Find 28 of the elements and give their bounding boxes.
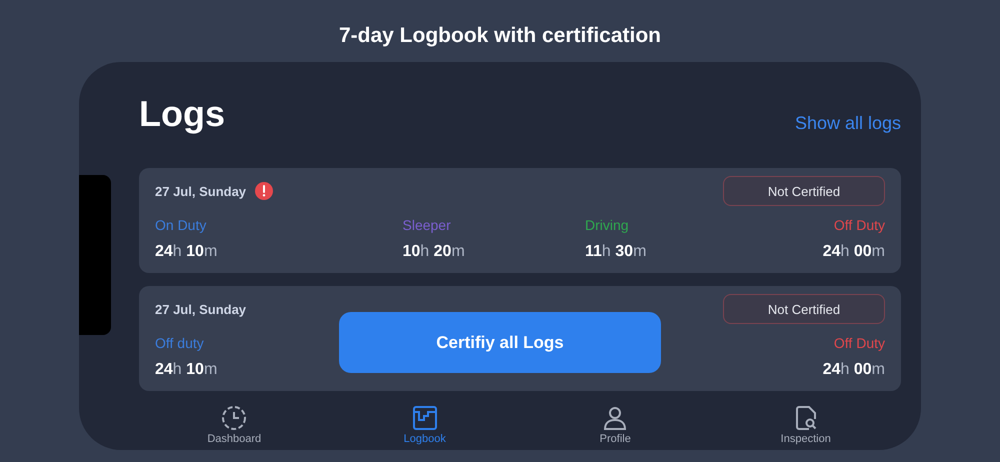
tab[interactable]: Profile: [520, 400, 710, 450]
duty-label: Off Duty: [834, 334, 885, 352]
status-button[interactable]: Not Certified: [723, 294, 885, 324]
duty-label: Driving: [585, 216, 630, 234]
duty-time: 24h 10m: [155, 242, 218, 262]
tab[interactable]: Inspection: [710, 400, 901, 450]
duty-time: 24h 10m: [155, 360, 218, 380]
duty-label: On Duty: [155, 216, 208, 234]
duty-time: 24h 00m: [822, 360, 885, 380]
clock-icon: [221, 405, 248, 431]
duty-label: Off duty: [155, 334, 205, 352]
log-card[interactable]: 27 Jul, Sunday Not Certified On Duty 24h 10m Sleeper 10h 20m Driving 11h 30m Off Duty 24h 00m: [139, 168, 901, 273]
duty-label: Off Duty: [834, 216, 885, 234]
log-date: 27 Jul, Sunday: [155, 184, 246, 198]
certify-button[interactable]: Certifiy all Logs: [339, 312, 661, 373]
tab[interactable]: Logbook: [330, 400, 520, 450]
screen-title: Logs: [139, 92, 225, 136]
log-date: 27 Jul, Sunday: [155, 302, 246, 316]
tab[interactable]: Dashboard: [139, 400, 330, 450]
caption: 7-day Logbook with certification: [338, 24, 662, 49]
duty-label: Sleeper: [402, 216, 452, 234]
status-button[interactable]: Not Certified: [723, 176, 885, 206]
duty-time: 24h 00m: [822, 242, 885, 262]
show-all-link[interactable]: Show all logs: [794, 113, 901, 134]
duty-time: 11h 30m: [585, 242, 648, 262]
duty-time: 10h 20m: [402, 242, 466, 262]
person-icon: [602, 405, 628, 431]
chart-icon: [412, 405, 438, 431]
